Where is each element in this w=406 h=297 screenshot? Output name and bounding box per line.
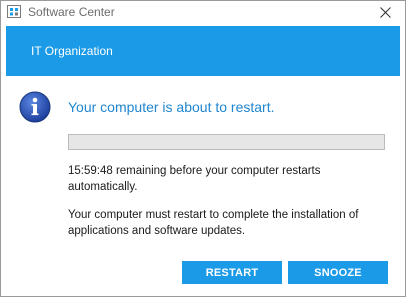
restart-progress-bar <box>68 134 385 150</box>
title-bar[interactable]: Software Center <box>1 1 405 23</box>
countdown-message: 15:59:48 remaining before your computer … <box>68 165 321 193</box>
snooze-button[interactable]: SNOOZE <box>288 261 388 284</box>
software-center-dialog: Software Center IT Organization Your com… <box>0 0 406 297</box>
organization-banner: IT Organization <box>6 26 400 76</box>
info-icon <box>19 91 51 123</box>
organization-name: IT Organization <box>31 44 113 58</box>
restart-heading: Your computer is about to restart. <box>68 99 275 115</box>
software-center-app-icon <box>7 5 21 18</box>
restart-explanation: Your computer must restart to complete t… <box>68 209 359 237</box>
window-title: Software Center <box>28 5 115 19</box>
restart-button[interactable]: RESTART <box>182 261 282 284</box>
close-icon <box>379 6 391 18</box>
close-button[interactable] <box>371 3 399 21</box>
